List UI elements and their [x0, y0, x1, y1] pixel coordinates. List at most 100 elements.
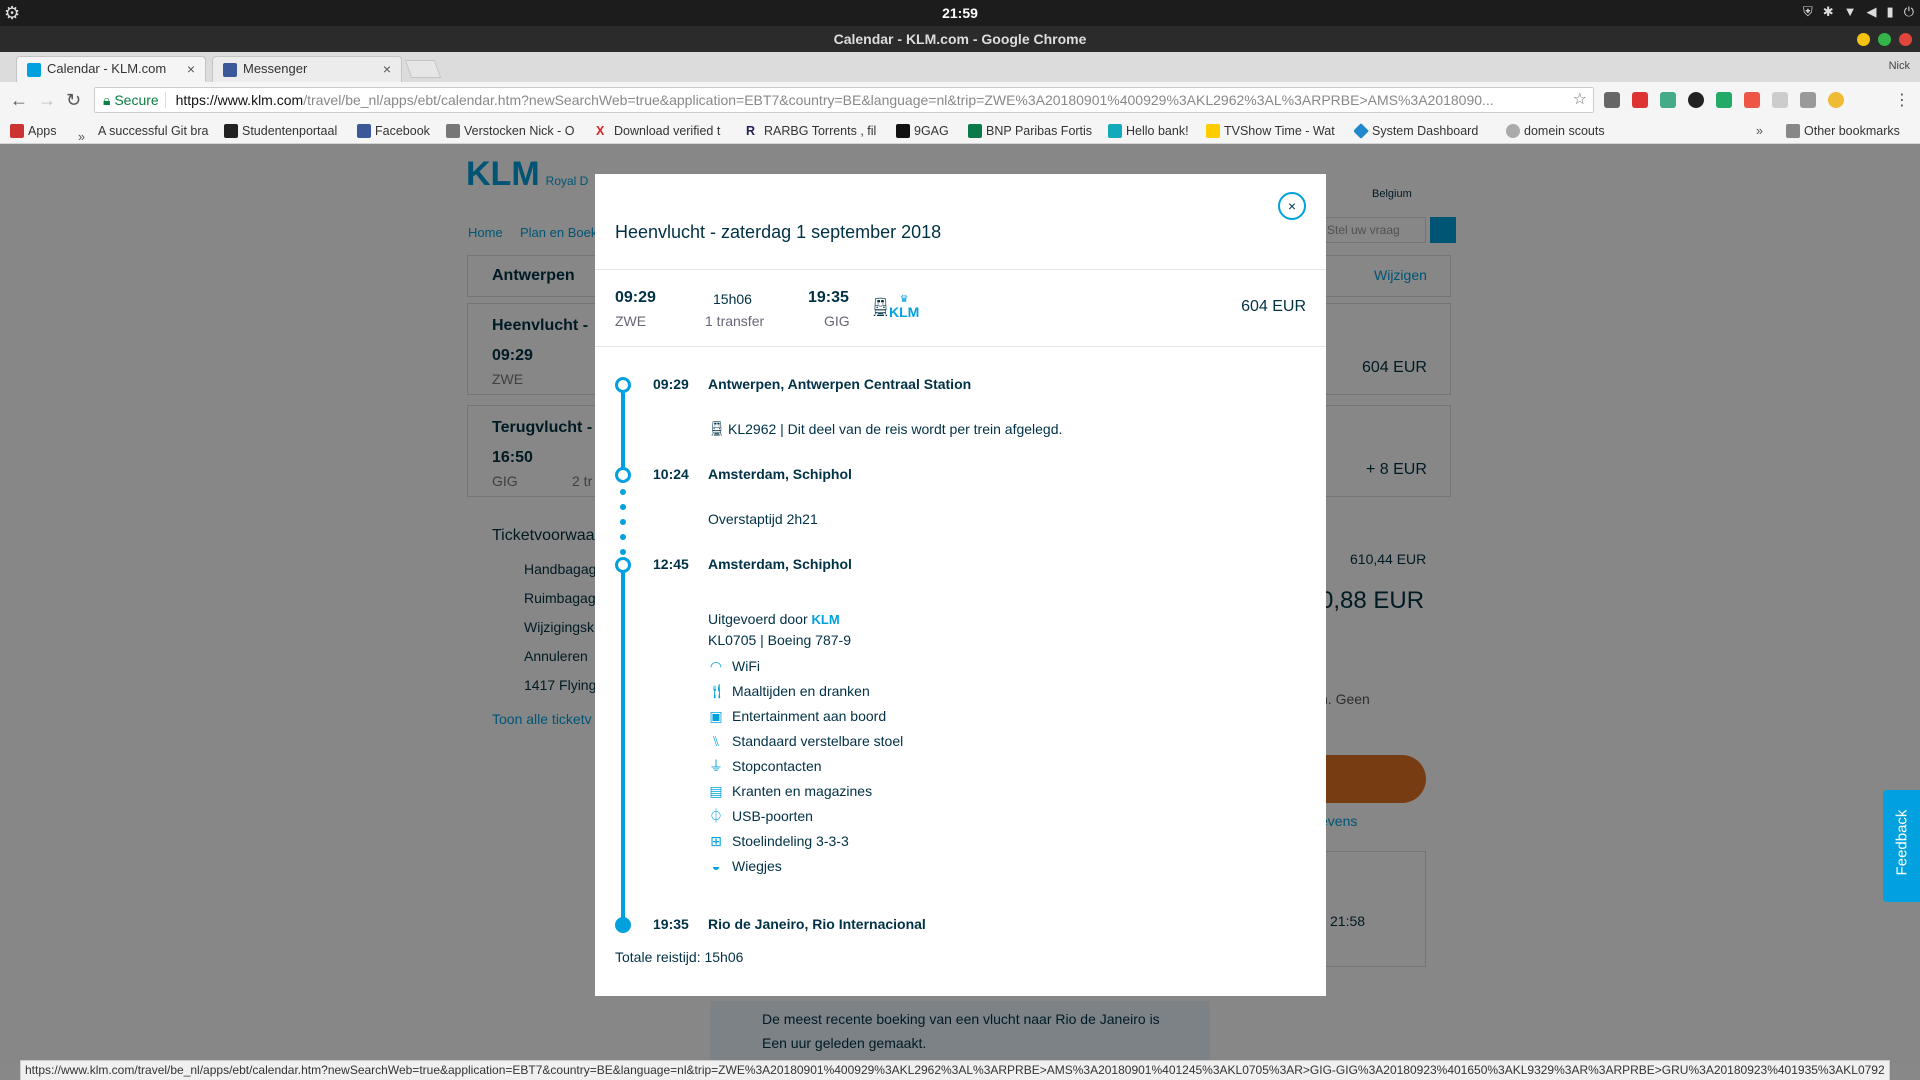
- extension-icon[interactable]: [1604, 92, 1620, 108]
- stop-time: 19:35: [653, 916, 689, 932]
- address-bar[interactable]: 🔒︎ Secure https://www.klm.com/travel/be_…: [94, 87, 1594, 113]
- train-segment: 🚆︎ KL2962 | Dit deel van de reis wordt pe…: [708, 420, 1063, 437]
- tvshowtime-icon: [1206, 124, 1220, 138]
- maximize-button[interactable]: [1878, 33, 1891, 46]
- bookmark-verstocken[interactable]: Verstocken Nick - O: [446, 118, 582, 144]
- usb-icon: ⏀: [709, 808, 723, 824]
- chevron-right-icon: »: [78, 130, 85, 144]
- bookmark-bnp[interactable]: BNP Paribas Fortis: [968, 118, 1096, 144]
- extension-icon[interactable]: [1800, 92, 1816, 108]
- extension-icon[interactable]: [1772, 92, 1788, 108]
- power-icon[interactable]: ⏻: [1904, 4, 1914, 20]
- stop-place: Amsterdam, Schiphol: [708, 556, 852, 572]
- arrival-time: 19:35: [808, 289, 849, 306]
- status-url: https://www.klm.com/travel/be_nl/apps/eb…: [20, 1060, 1890, 1080]
- newspaper-icon: ▤: [709, 783, 723, 799]
- feature-usb: ⏀ USB-poorten: [709, 808, 813, 824]
- chrome-menu-icon[interactable]: ⋮: [1894, 90, 1910, 110]
- feature-power: ⏚ Stopcontacten: [709, 758, 822, 774]
- shield-icon[interactable]: ⛨: [1803, 4, 1813, 20]
- close-tab-icon[interactable]: ×: [383, 57, 391, 81]
- close-modal-button[interactable]: ×: [1278, 192, 1306, 220]
- adblock-icon[interactable]: [1632, 92, 1648, 108]
- tab-calendar-klm[interactable]: Calendar - KLM.com ×: [16, 56, 206, 82]
- modal-header: Heenvlucht - zaterdag 1 september 2018 ×: [595, 174, 1326, 270]
- bookmark-domein-scouts[interactable]: domein scouts: [1506, 118, 1616, 144]
- bookmark-git[interactable]: » A successful Git bra: [78, 118, 213, 144]
- extension-icon[interactable]: [1744, 92, 1760, 108]
- feature-newspapers: ▤ Kranten en magazines: [709, 783, 873, 799]
- url-host: https://www.klm.com: [175, 92, 304, 108]
- bookmark-hellobank[interactable]: Hello bank!: [1108, 118, 1198, 144]
- feature-cradle: ◒ Wiegjes: [708, 858, 782, 874]
- close-window-button[interactable]: [1899, 33, 1912, 46]
- battery-icon[interactable]: ▮: [1887, 4, 1894, 20]
- bookmark-star-icon[interactable]: ☆: [1573, 88, 1587, 112]
- back-arrow-icon[interactable]: ←: [10, 90, 28, 110]
- wifi-tray-icon[interactable]: ▼: [1844, 4, 1857, 20]
- flight-summary: 09:29 ZWE 15h06 1 transfer 19:35 GIG 🚆︎ …: [595, 271, 1326, 347]
- bookmark-tvshowtime[interactable]: TVShow Time - Wat: [1206, 118, 1342, 144]
- tab-messenger[interactable]: Messenger ×: [212, 56, 402, 82]
- diamond-icon: [1354, 123, 1369, 139]
- power-icon: ⏚: [709, 758, 723, 774]
- tab-label: Messenger: [243, 61, 308, 76]
- timeline-node: [615, 557, 631, 573]
- k-logo-icon: [224, 124, 238, 138]
- transfer-time: Overstaptijd 2h21: [708, 511, 818, 527]
- bookmark-apps[interactable]: Apps: [10, 118, 68, 144]
- flight-price: 604 EUR: [1241, 298, 1306, 315]
- bookmark-download[interactable]: X Download verified t: [596, 118, 734, 144]
- departure-code: ZWE: [615, 313, 647, 329]
- timeline-dot: [620, 549, 626, 555]
- bookmark-rarbg[interactable]: R RARBG Torrents , fil: [746, 118, 884, 144]
- extension-icon[interactable]: [1660, 92, 1676, 108]
- entertainment-icon: ▣: [709, 708, 723, 724]
- extension-icon[interactable]: [1688, 92, 1704, 108]
- klm-favicon-icon: [27, 63, 41, 77]
- klm-operator-logo: KLM: [811, 612, 840, 627]
- feature-meals: 🍴︎ Maaltijden en dranken: [708, 683, 870, 699]
- bookmark-studentenportaal[interactable]: Studentenportaal: [224, 118, 344, 144]
- seating-layout-icon: ⊞: [710, 833, 722, 849]
- modal-title: Heenvlucht - zaterdag 1 september 2018: [615, 222, 942, 242]
- timeline-node: [615, 377, 631, 393]
- minimize-button[interactable]: [1857, 33, 1870, 46]
- system-tray: ⛨ ✱ ▼ ◀ ▮ ⏻: [1803, 4, 1914, 20]
- feature-seat: ⑊ Standaard verstelbare stoel: [708, 733, 903, 749]
- stop-time: 09:29: [653, 376, 689, 392]
- stop-place: Antwerpen, Antwerpen Centraal Station: [708, 376, 972, 392]
- folder-icon: [1786, 124, 1800, 138]
- bookmark-system-dashboard[interactable]: System Dashboard: [1354, 118, 1486, 144]
- extension-icon[interactable]: [1716, 92, 1732, 108]
- system-bar: ⚙ 21:59 ⛨ ✱ ▼ ◀ ▮ ⏻: [0, 0, 1920, 26]
- forward-arrow-icon[interactable]: →: [38, 90, 56, 110]
- timeline-dot: [620, 534, 626, 540]
- klm-carrier-logo: ♛ KLM: [889, 294, 920, 320]
- volume-icon[interactable]: ◀: [1867, 4, 1877, 20]
- apps-grid-icon: [10, 124, 24, 138]
- hellobank-icon: [1108, 124, 1122, 138]
- window-titlebar: Calendar - KLM.com - Google Chrome: [0, 26, 1920, 52]
- bluetooth-icon[interactable]: ✱: [1823, 4, 1834, 20]
- bookmark-9gag[interactable]: 9GAG: [896, 118, 958, 144]
- person-icon: [446, 124, 460, 138]
- operated-by: Uitgevoerd door KLM: [708, 611, 840, 627]
- lock-icon: 🔒︎: [103, 92, 111, 108]
- tab-strip: Calendar - KLM.com × Messenger × Nick: [0, 52, 1920, 82]
- new-tab-button[interactable]: [404, 60, 442, 78]
- flight-info: KL0705 | Boeing 787-9: [708, 632, 851, 648]
- tab-label: Calendar - KLM.com: [47, 61, 167, 76]
- profile-name[interactable]: Nick: [1889, 60, 1910, 72]
- bookmark-facebook[interactable]: Facebook: [357, 118, 437, 144]
- feedback-tab[interactable]: Feedback: [1883, 790, 1920, 902]
- bookmarks-overflow-icon[interactable]: »: [1756, 118, 1776, 144]
- close-tab-icon[interactable]: ×: [187, 57, 195, 81]
- system-clock: 21:59: [942, 5, 978, 21]
- reload-icon[interactable]: ↻: [66, 90, 81, 110]
- browser-toolbar: ← → ↻ 🔒︎ Secure https://www.klm.com/trav…: [0, 82, 1920, 118]
- train-icon: 🚆︎: [708, 420, 726, 436]
- extension-icon[interactable]: [1828, 92, 1844, 108]
- x-icon: X: [596, 124, 605, 138]
- bookmark-other[interactable]: Other bookmarks: [1786, 118, 1916, 144]
